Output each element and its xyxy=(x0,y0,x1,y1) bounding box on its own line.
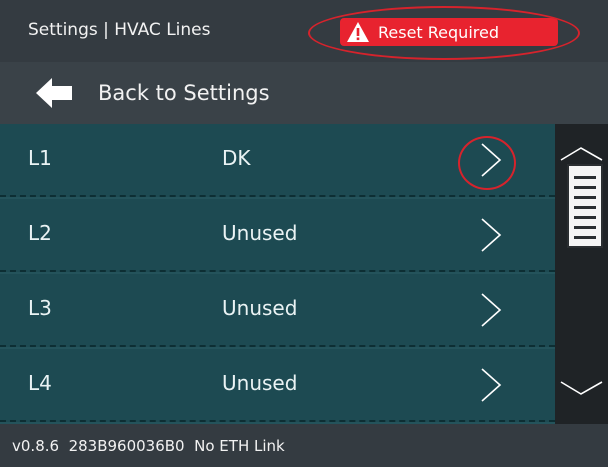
line-id: L2 xyxy=(28,221,52,245)
line-row-l3[interactable]: L3 Unused xyxy=(0,274,555,347)
scrollbar[interactable] xyxy=(555,124,608,424)
thumb-grip-line xyxy=(574,206,596,209)
chevron-right-icon[interactable] xyxy=(472,365,506,405)
line-value: Unused xyxy=(222,221,298,245)
thumb-grip-line xyxy=(574,196,596,199)
scroll-up-icon[interactable] xyxy=(555,146,608,162)
top-bar: Settings | HVAC Lines Reset Required xyxy=(0,0,608,62)
thumb-grip-line xyxy=(574,236,596,239)
thumb-grip-line xyxy=(574,176,596,179)
thumb-grip-line xyxy=(574,186,596,189)
line-value: Unused xyxy=(222,371,298,395)
thumb-grip-line xyxy=(574,226,596,229)
chevron-right-icon[interactable] xyxy=(472,290,506,330)
arrow-left-icon xyxy=(36,78,72,108)
back-to-settings-label: Back to Settings xyxy=(98,81,270,105)
back-to-settings-button[interactable]: Back to Settings xyxy=(0,62,608,124)
highlight-circle-l1-chevron xyxy=(458,136,516,190)
line-id: L4 xyxy=(28,371,52,395)
scroll-down-icon[interactable] xyxy=(555,376,608,398)
chevron-right-icon[interactable] xyxy=(472,215,506,255)
line-id: L3 xyxy=(28,296,52,320)
scroll-thumb[interactable] xyxy=(567,164,603,248)
thumb-grip-line xyxy=(574,216,596,219)
status-bar: v0.8.6 283B960036B0 No ETH Link xyxy=(0,424,608,467)
highlight-circle-reset xyxy=(308,6,580,60)
version-status-text: v0.8.6 283B960036B0 No ETH Link xyxy=(12,437,285,455)
line-value: DK xyxy=(222,146,251,170)
line-row-l4[interactable]: L4 Unused xyxy=(0,349,555,422)
line-id: L1 xyxy=(28,146,52,170)
line-row-l2[interactable]: L2 Unused xyxy=(0,199,555,272)
line-value: Unused xyxy=(222,296,298,320)
page-title: Settings | HVAC Lines xyxy=(28,20,211,40)
